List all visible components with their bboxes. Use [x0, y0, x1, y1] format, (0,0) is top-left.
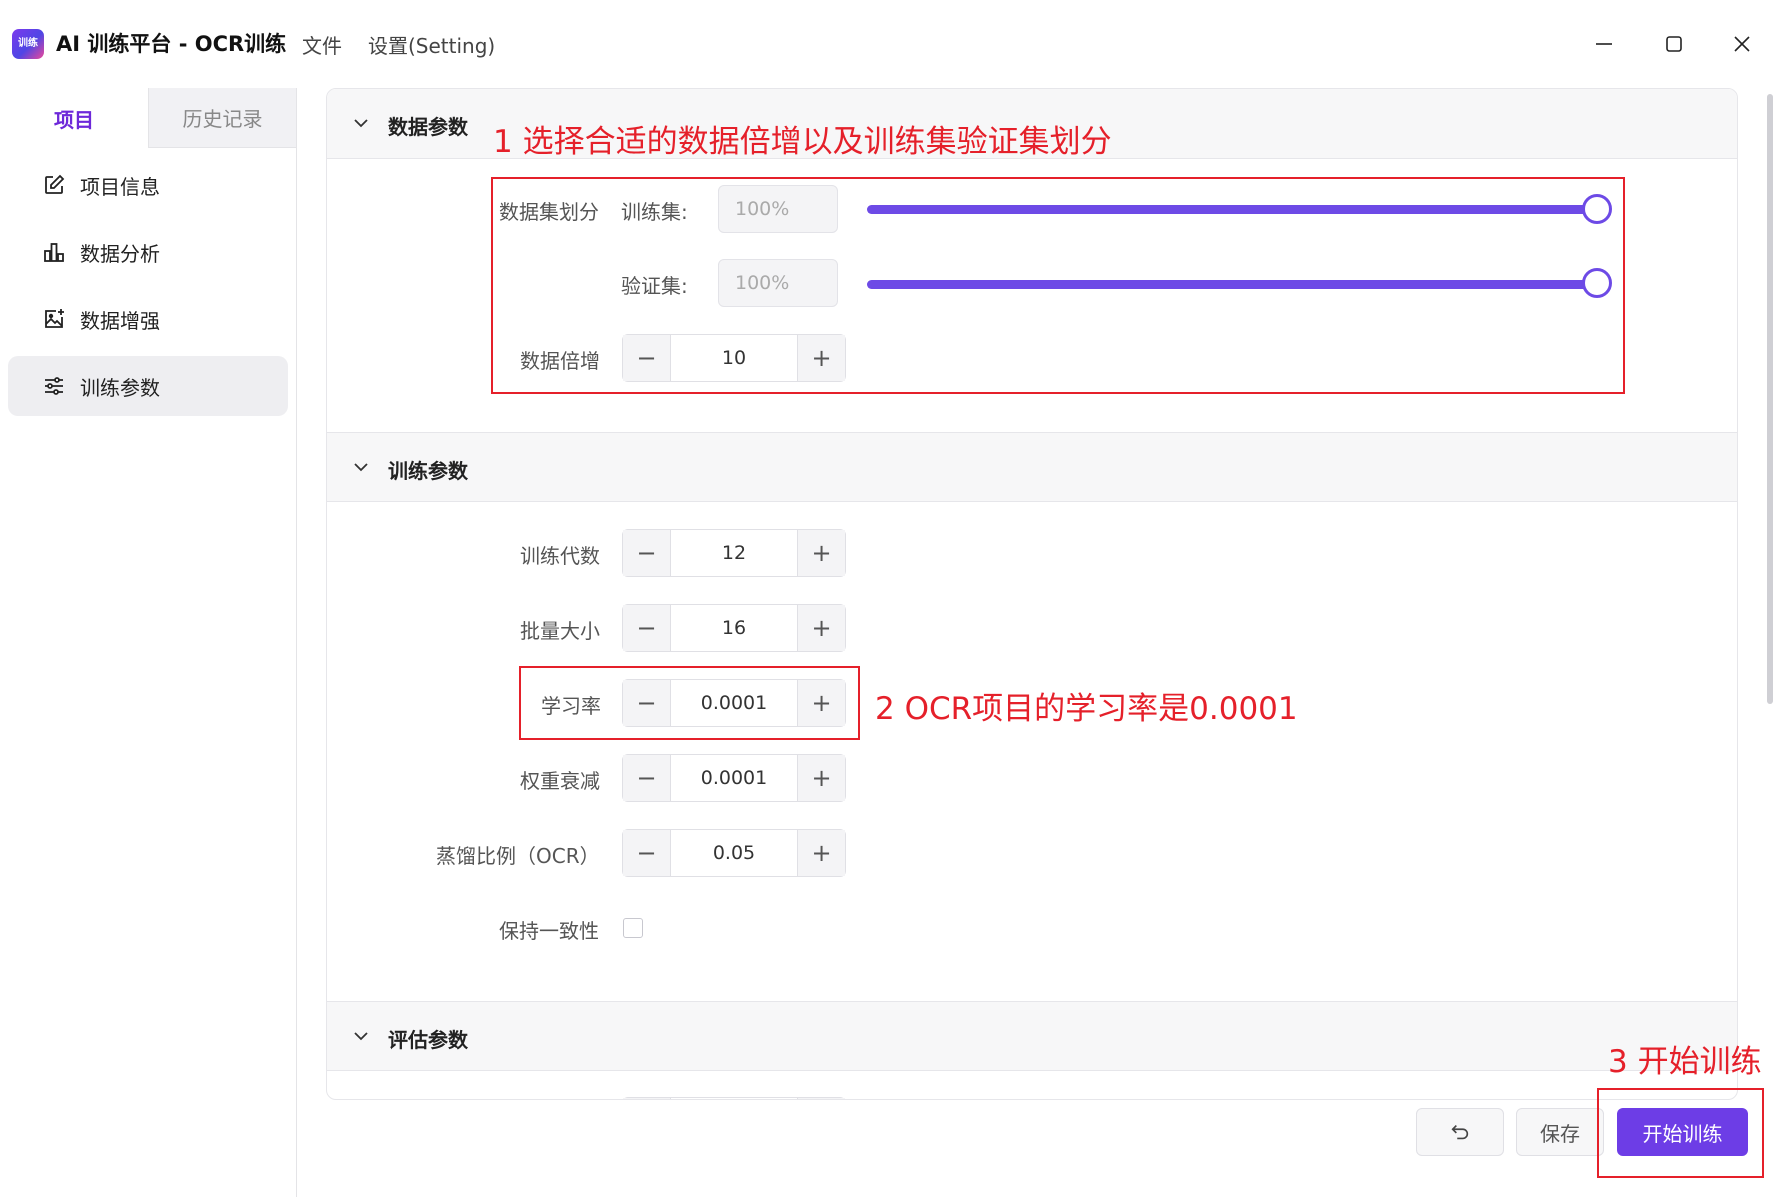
decrement-button[interactable]: − — [623, 755, 671, 801]
stepper-value[interactable]: 0.0001 — [671, 680, 797, 726]
reset-button[interactable] — [1416, 1108, 1504, 1156]
dataset-split-label: 数据集划分 — [499, 200, 599, 224]
increment-button[interactable]: + — [797, 335, 845, 381]
consistency-label: 保持一致性 — [499, 919, 599, 943]
sidebar: 项目 历史记录 项目信息 数据分析 数据增强 训练参数 — [0, 88, 297, 1197]
train-set-input[interactable]: 100% — [718, 185, 838, 233]
decrement-button[interactable] — [623, 1098, 671, 1099]
increment-button[interactable]: + — [797, 605, 845, 651]
scrollbar[interactable] — [1767, 94, 1773, 704]
menu-file[interactable]: 文件 — [302, 30, 342, 59]
minimize-button[interactable] — [1584, 24, 1624, 64]
main-panel: 数据参数 数据集划分 训练集: 100% 验证集: 100% 数据倍增 − 10… — [326, 88, 1738, 1100]
tab-project[interactable]: 项目 — [0, 88, 148, 148]
decrement-button[interactable]: − — [623, 335, 671, 381]
increment-button[interactable]: + — [797, 680, 845, 726]
val-set-slider-thumb[interactable] — [1582, 268, 1612, 298]
sidebar-item-label: 数据增强 — [80, 308, 160, 333]
increment-button[interactable]: + — [797, 755, 845, 801]
learning-rate-label: 学习率 — [541, 694, 601, 718]
edit-icon — [40, 171, 68, 199]
batch-size-stepper: − 16 + — [622, 604, 846, 652]
train-set-label: 训练集: — [621, 200, 688, 224]
eval-stepper-partial — [622, 1097, 846, 1099]
section-header-train-params[interactable]: 训练参数 — [327, 432, 1737, 502]
annotation-note-3: 3 开始训练 — [1608, 1044, 1762, 1080]
sidebar-item-label: 项目信息 — [80, 174, 160, 199]
decrement-button[interactable]: − — [623, 830, 671, 876]
decrement-button[interactable]: − — [623, 605, 671, 651]
stepper-value[interactable]: 0.0001 — [671, 755, 797, 801]
stepper-value[interactable] — [671, 1098, 797, 1099]
train-set-slider-thumb[interactable] — [1582, 194, 1612, 224]
data-multiplier-stepper: − 10 + — [622, 334, 846, 382]
decrement-button[interactable]: − — [623, 530, 671, 576]
stepper-value[interactable]: 10 — [671, 335, 797, 381]
section-header-eval-params[interactable]: 评估参数 — [327, 1001, 1737, 1071]
menu-settings[interactable]: 设置(Setting) — [368, 30, 495, 59]
sidebar-tabs: 项目 历史记录 — [0, 88, 296, 148]
app-logo: 训练 — [12, 29, 44, 59]
learning-rate-stepper: − 0.0001 + — [622, 679, 846, 727]
annotation-note-2: 2 OCR项目的学习率是0.0001 — [875, 691, 1298, 727]
weight-decay-label: 权重衰减 — [520, 769, 600, 793]
maximize-button[interactable] — [1654, 24, 1694, 64]
val-set-slider-track[interactable] — [867, 280, 1597, 289]
consistency-checkbox[interactable] — [623, 918, 643, 938]
distill-ratio-label: 蒸馏比例（OCR） — [436, 844, 600, 868]
train-set-slider-track[interactable] — [867, 205, 1597, 214]
start-training-button[interactable]: 开始训练 — [1617, 1108, 1748, 1156]
sidebar-item-training-params[interactable]: 训练参数 — [8, 356, 288, 416]
chevron-down-icon — [354, 463, 368, 472]
image-plus-icon — [40, 305, 68, 333]
stepper-value[interactable]: 16 — [671, 605, 797, 651]
sidebar-item-project-info[interactable]: 项目信息 — [8, 155, 288, 215]
epochs-label: 训练代数 — [520, 544, 600, 568]
distill-ratio-stepper: − 0.05 + — [622, 829, 846, 877]
val-set-label: 验证集: — [621, 274, 688, 298]
minimize-icon — [1596, 43, 1612, 45]
increment-button[interactable]: + — [797, 830, 845, 876]
save-button[interactable]: 保存 — [1516, 1108, 1604, 1156]
sidebar-item-label: 训练参数 — [80, 375, 160, 400]
app-title: AI 训练平台 - OCR训练 — [56, 32, 287, 56]
stepper-value[interactable]: 0.05 — [671, 830, 797, 876]
tab-history[interactable]: 历史记录 — [148, 88, 296, 148]
sidebar-item-data-analysis[interactable]: 数据分析 — [8, 222, 288, 282]
undo-icon — [1451, 1124, 1469, 1140]
chevron-down-icon — [354, 1032, 368, 1041]
chevron-down-icon — [354, 119, 368, 128]
increment-button[interactable]: + — [797, 530, 845, 576]
annotation-note-1: 1 选择合适的数据倍增以及训练集验证集划分 — [493, 124, 1112, 160]
weight-decay-stepper: − 0.0001 + — [622, 754, 846, 802]
close-icon — [1734, 36, 1750, 52]
stepper-value[interactable]: 12 — [671, 530, 797, 576]
epochs-stepper: − 12 + — [622, 529, 846, 577]
title-bar: 训练 AI 训练平台 - OCR训练 文件 设置(Setting) — [0, 0, 1776, 88]
section-title: 训练参数 — [388, 459, 468, 483]
close-window-button[interactable] — [1722, 24, 1762, 64]
maximize-icon — [1666, 36, 1682, 52]
sidebar-item-data-augmentation[interactable]: 数据增强 — [8, 289, 288, 349]
batch-size-label: 批量大小 — [520, 619, 600, 643]
section-title: 评估参数 — [388, 1028, 468, 1052]
bar-chart-icon — [40, 238, 68, 266]
sidebar-item-label: 数据分析 — [80, 241, 160, 266]
decrement-button[interactable]: − — [623, 680, 671, 726]
data-multiplier-label: 数据倍增 — [520, 349, 600, 373]
val-set-input[interactable]: 100% — [718, 259, 838, 307]
sliders-icon — [40, 372, 68, 400]
increment-button[interactable] — [797, 1098, 845, 1099]
section-title: 数据参数 — [388, 115, 468, 139]
